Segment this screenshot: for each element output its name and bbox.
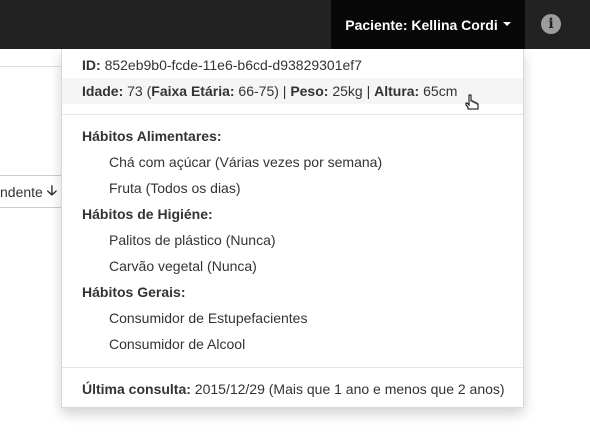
list-item[interactable]: Consumidor de Alcool [62,331,523,357]
section-title-alimentares: Hábitos Alimentares: [82,128,222,144]
menu-divider [62,367,523,368]
patient-prefix: Paciente: [345,16,412,33]
list-item[interactable]: Carvão vegetal (Nunca) [62,253,523,279]
section-header: Hábitos Gerais: [62,279,523,305]
patient-dropdown-toggle[interactable]: Paciente: Kellina Cordi [331,0,525,49]
patient-dropdown-menu: ID: 852eb9b0-fcde-11e6-b6cd-d93829301ef7… [61,49,524,408]
age-group-value: 66-75 [238,83,275,99]
hand-cursor-icon [465,94,479,110]
age-value: 73 [127,83,143,99]
last-visit-value: 2015/12/29 (Mais que 1 ano e menos que 2… [194,381,505,397]
caret-down-icon [502,21,511,26]
list-item[interactable]: Consumidor de Estupefacientes [62,305,523,331]
id-value: 852eb9b0-fcde-11e6-b6cd-d93829301ef7 [104,57,362,73]
height-value: 65cm [423,83,458,99]
list-item[interactable]: Palitos de plástico (Nunca) [62,227,523,253]
sort-button[interactable]: ndente 🡣 ) [0,175,69,208]
menu-divider [62,114,523,115]
id-label: ID: [82,57,101,73]
background-divider [0,66,70,67]
sort-label: ndente [0,183,43,200]
age-group-label: Faixa Etária: [151,83,235,99]
weight-value: 25kg [332,83,363,99]
last-visit-row[interactable]: Última consulta: 2015/12/29 (Mais que 1 … [62,376,523,402]
section-header: Hábitos de Higiéne: [62,201,523,227]
top-navbar: Paciente: Kellina Cordi i [0,0,590,49]
weight-label: Peso: [290,83,329,99]
section-header: Hábitos Alimentares: [62,123,523,149]
age-label: Idade: [82,83,124,99]
patient-name: Kellina Cordi [411,16,498,33]
patient-id-row[interactable]: ID: 852eb9b0-fcde-11e6-b6cd-d93829301ef7 [62,52,523,78]
last-visit-label: Última consulta: [82,381,191,397]
arrow-down-icon: 🡣 [46,181,57,198]
info-icon[interactable]: i [541,14,561,34]
height-label: Altura: [374,83,420,99]
list-item[interactable]: Fruta (Todos os dias) [62,175,523,201]
section-title-gerais: Hábitos Gerais: [82,284,186,300]
section-title-higiene: Hábitos de Higiéne: [82,206,213,222]
list-item[interactable]: Chá com açúcar (Várias vezes por semana) [62,149,523,175]
patient-stats-row[interactable]: Idade: 73 (Faixa Etária: 66-75) | Peso: … [62,78,523,104]
